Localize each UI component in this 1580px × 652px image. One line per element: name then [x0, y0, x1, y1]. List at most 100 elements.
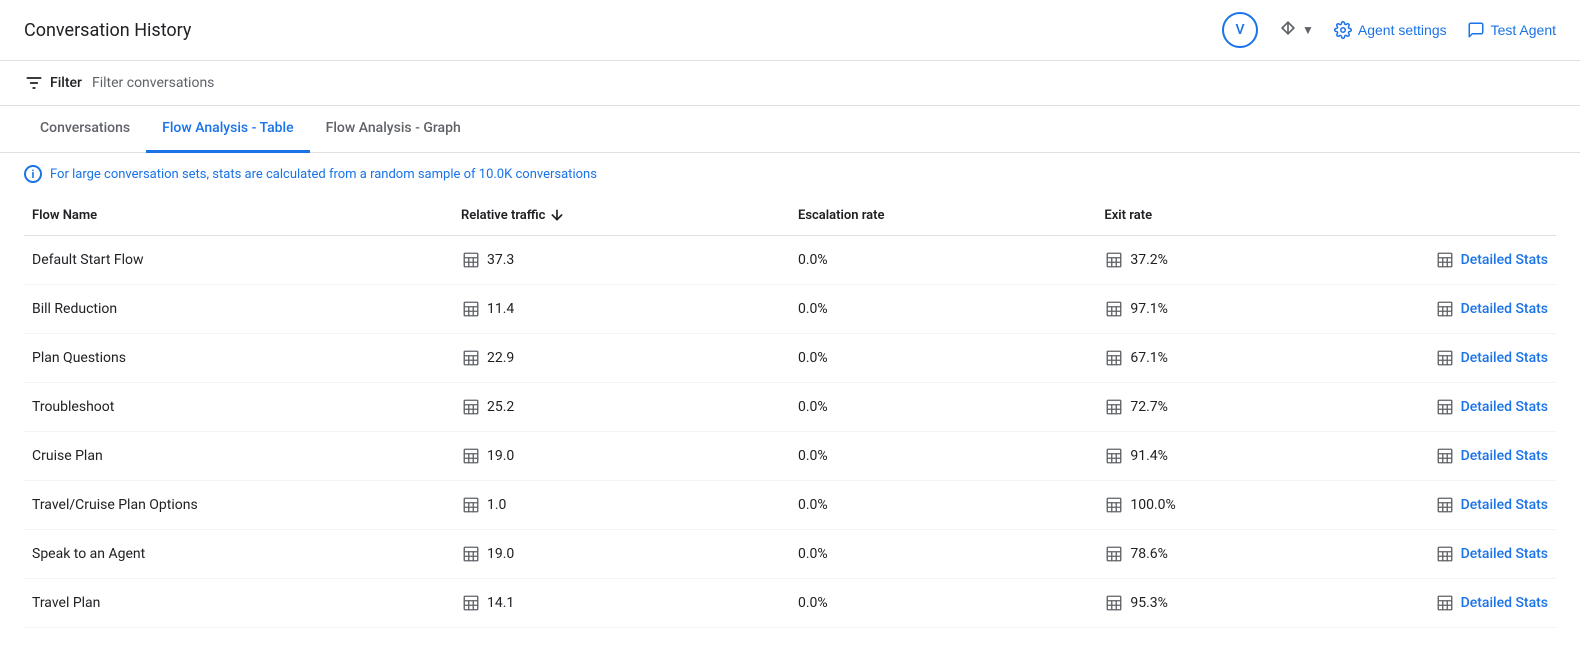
escalation-rate-cell: 0.0%	[790, 481, 1096, 530]
avatar: V	[1222, 12, 1258, 48]
escalation-rate-cell: 0.0%	[790, 334, 1096, 383]
flow-name-cell: Troubleshoot	[24, 383, 453, 432]
relative-traffic-cell: 25.2	[453, 383, 790, 432]
actions-cell: Detailed Stats	[1403, 236, 1556, 285]
gear-icon	[1334, 21, 1352, 39]
flow-name-cell: Default Start Flow	[24, 236, 453, 285]
actions-cell: Detailed Stats	[1403, 285, 1556, 334]
escalation-rate-cell: 0.0%	[790, 530, 1096, 579]
exit-table-icon	[1104, 544, 1124, 564]
traffic-table-icon	[461, 544, 481, 564]
table-row: Cruise Plan 19.0 0.0% 91.4%	[24, 432, 1556, 481]
info-icon: i	[24, 165, 42, 183]
detailed-stats-table-icon	[1435, 348, 1455, 368]
exit-rate-cell: 95.3%	[1096, 579, 1402, 628]
page-title: Conversation History	[24, 20, 191, 41]
exit-rate-cell: 37.2%	[1096, 236, 1402, 285]
actions-cell: Detailed Stats	[1403, 432, 1556, 481]
exit-rate-cell: 100.0%	[1096, 481, 1402, 530]
exit-table-icon	[1104, 250, 1124, 270]
exit-table-icon	[1104, 593, 1124, 613]
detailed-stats-table-icon	[1435, 299, 1455, 319]
column-relative-traffic[interactable]: Relative traffic	[453, 195, 790, 236]
traffic-table-icon	[461, 299, 481, 319]
actions-cell: Detailed Stats	[1403, 579, 1556, 628]
exit-rate-cell: 91.4%	[1096, 432, 1402, 481]
relative-traffic-cell: 14.1	[453, 579, 790, 628]
table-row: Travel/Cruise Plan Options 1.0 0.0% 100.…	[24, 481, 1556, 530]
flow-name-cell: Speak to an Agent	[24, 530, 453, 579]
detailed-stats-table-icon	[1435, 544, 1455, 564]
flow-name-cell: Cruise Plan	[24, 432, 453, 481]
tab-flow-analysis-graph[interactable]: Flow Analysis - Graph	[310, 106, 477, 153]
table-row: Bill Reduction 11.4 0.0% 97.1%	[24, 285, 1556, 334]
relative-traffic-cell: 37.3	[453, 236, 790, 285]
actions-cell: Detailed Stats	[1403, 334, 1556, 383]
relative-traffic-cell: 22.9	[453, 334, 790, 383]
column-actions	[1403, 195, 1556, 236]
detailed-stats-link[interactable]: Detailed Stats	[1461, 252, 1548, 268]
exit-rate-cell: 97.1%	[1096, 285, 1402, 334]
table-row: Troubleshoot 25.2 0.0% 72.7%	[24, 383, 1556, 432]
detailed-stats-link[interactable]: Detailed Stats	[1461, 350, 1548, 366]
detailed-stats-link[interactable]: Detailed Stats	[1461, 448, 1548, 464]
relative-traffic-cell: 19.0	[453, 432, 790, 481]
table-row: Default Start Flow 37.3 0.0% 37.2%	[24, 236, 1556, 285]
column-escalation-rate: Escalation rate	[790, 195, 1096, 236]
detailed-stats-link[interactable]: Detailed Stats	[1461, 301, 1548, 317]
escalation-rate-cell: 0.0%	[790, 383, 1096, 432]
detailed-stats-table-icon	[1435, 250, 1455, 270]
detailed-stats-link[interactable]: Detailed Stats	[1461, 497, 1548, 513]
detailed-stats-link[interactable]: Detailed Stats	[1461, 546, 1548, 562]
exit-rate-cell: 78.6%	[1096, 530, 1402, 579]
exit-table-icon	[1104, 446, 1124, 466]
detailed-stats-link[interactable]: Detailed Stats	[1461, 399, 1548, 415]
tab-conversations[interactable]: Conversations	[24, 106, 146, 153]
flow-name-cell: Travel Plan	[24, 579, 453, 628]
header-actions: V ▼ Agent settings Test Agen	[1222, 12, 1556, 48]
detailed-stats-table-icon	[1435, 495, 1455, 515]
table-header-row: Flow Name Relative traffic Escalation ra…	[24, 195, 1556, 236]
table-row: Speak to an Agent 19.0 0.0% 78.6%	[24, 530, 1556, 579]
traffic-table-icon	[461, 593, 481, 613]
agent-settings-label: Agent settings	[1358, 22, 1447, 38]
exit-rate-cell: 67.1%	[1096, 334, 1402, 383]
exit-table-icon	[1104, 348, 1124, 368]
traffic-table-icon	[461, 348, 481, 368]
escalation-rate-cell: 0.0%	[790, 432, 1096, 481]
detailed-stats-table-icon	[1435, 397, 1455, 417]
flow-name-cell: Plan Questions	[24, 334, 453, 383]
sort-button[interactable]: ▼	[1278, 18, 1314, 43]
escalation-rate-cell: 0.0%	[790, 285, 1096, 334]
sort-down-icon	[549, 207, 565, 223]
escalation-rate-cell: 0.0%	[790, 236, 1096, 285]
filter-bar: Filter Filter conversations	[0, 61, 1580, 106]
test-agent-button[interactable]: Test Agent	[1467, 21, 1556, 39]
chevron-down-icon: ▼	[1302, 23, 1314, 37]
traffic-table-icon	[461, 446, 481, 466]
actions-cell: Detailed Stats	[1403, 481, 1556, 530]
traffic-table-icon	[461, 250, 481, 270]
agent-settings-button[interactable]: Agent settings	[1334, 21, 1447, 39]
exit-table-icon	[1104, 299, 1124, 319]
table-container: Flow Name Relative traffic Escalation ra…	[0, 195, 1580, 652]
flow-analysis-table: Flow Name Relative traffic Escalation ra…	[24, 195, 1556, 628]
filter-conversations-text: Filter conversations	[92, 75, 214, 91]
tabs: Conversations Flow Analysis - Table Flow…	[0, 106, 1580, 153]
detailed-stats-table-icon	[1435, 593, 1455, 613]
tab-flow-analysis-table[interactable]: Flow Analysis - Table	[146, 106, 310, 153]
column-exit-rate: Exit rate	[1096, 195, 1402, 236]
header: Conversation History V ▼ Agent settings	[0, 0, 1580, 61]
filter-icon	[24, 73, 44, 93]
sort-icon	[1278, 18, 1298, 43]
chat-icon	[1467, 21, 1485, 39]
detailed-stats-link[interactable]: Detailed Stats	[1461, 595, 1548, 611]
relative-traffic-cell: 11.4	[453, 285, 790, 334]
flow-name-cell: Travel/Cruise Plan Options	[24, 481, 453, 530]
info-banner: i For large conversation sets, stats are…	[0, 153, 1580, 195]
escalation-rate-cell: 0.0%	[790, 579, 1096, 628]
table-row: Plan Questions 22.9 0.0% 67.1%	[24, 334, 1556, 383]
relative-traffic-cell: 1.0	[453, 481, 790, 530]
actions-cell: Detailed Stats	[1403, 530, 1556, 579]
exit-rate-cell: 72.7%	[1096, 383, 1402, 432]
